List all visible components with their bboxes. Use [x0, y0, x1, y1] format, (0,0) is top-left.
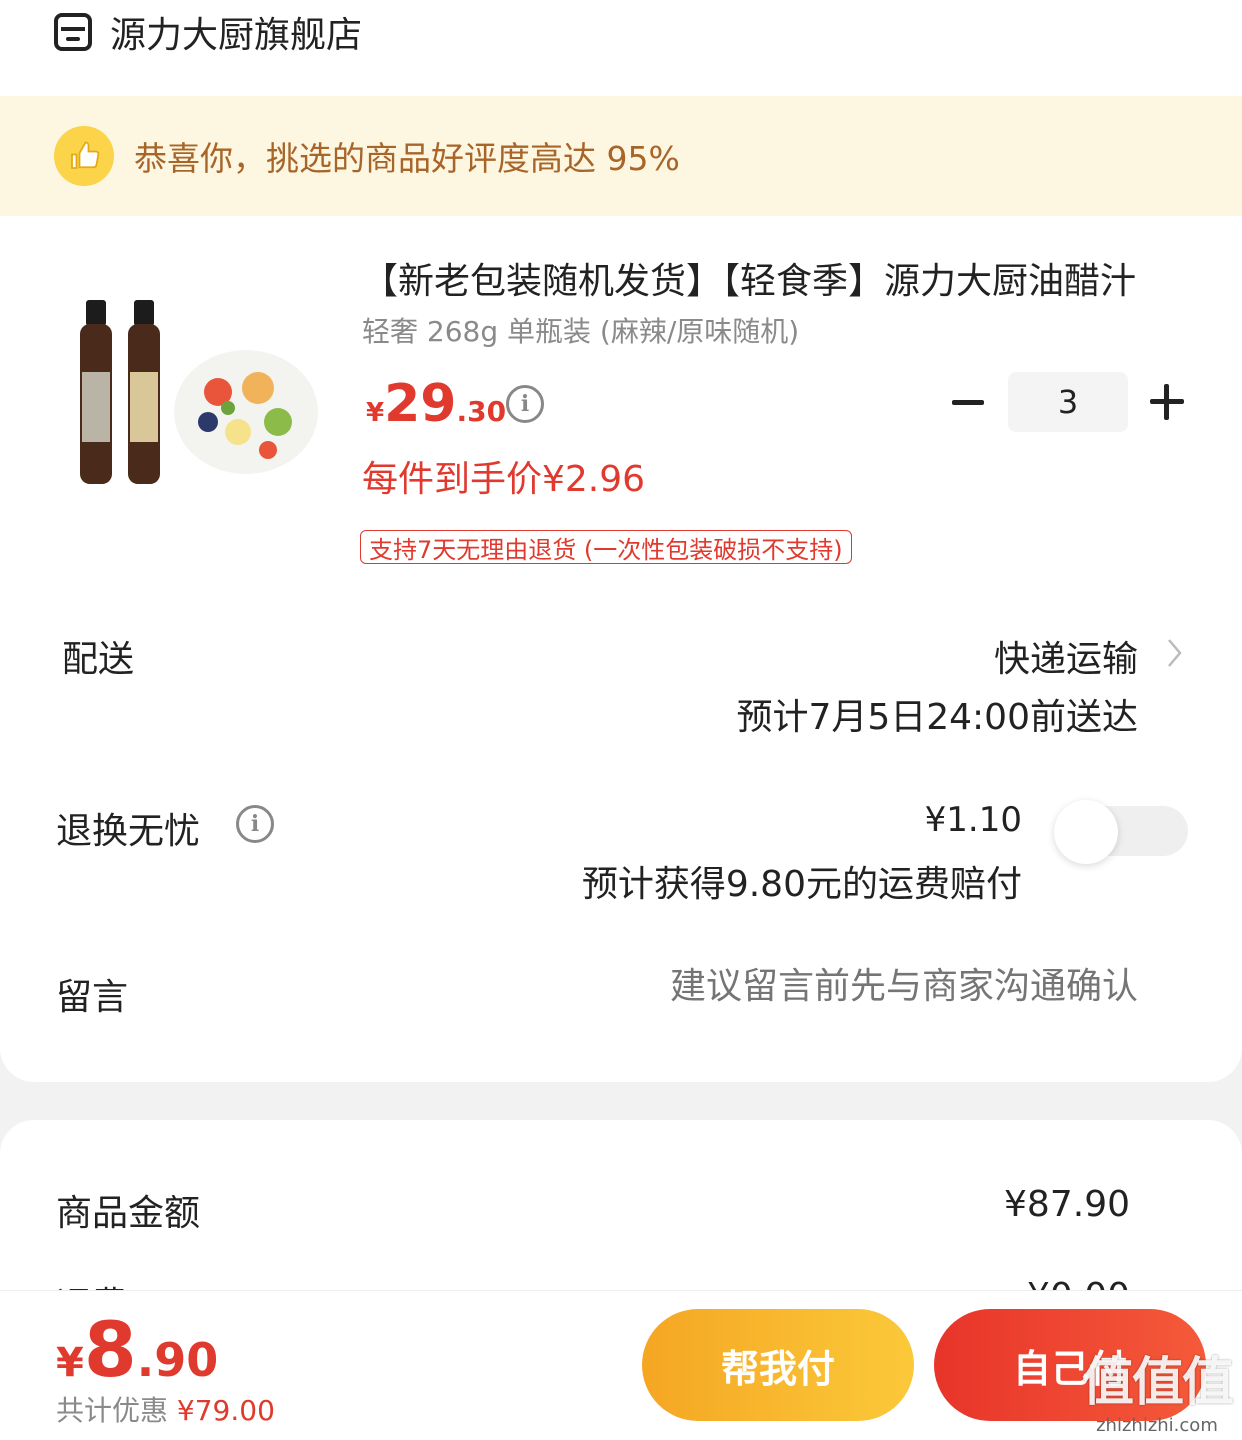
message-input[interactable] — [538, 966, 1138, 1007]
delivery-method[interactable]: 快递运输 — [994, 630, 1138, 682]
return-worry-toggle[interactable] — [1054, 800, 1188, 864]
store-icon — [54, 13, 92, 51]
price-currency: ¥ — [366, 398, 385, 428]
quantity-input[interactable]: 3 — [1008, 372, 1128, 432]
return-worry-price: ¥1.10 — [924, 800, 1022, 840]
product-title[interactable]: 【新老包装随机发货】【轻食季】源力大厨油醋汁 — [362, 252, 1162, 304]
message-label: 留言 — [56, 977, 129, 1018]
total-price: ¥ 8 .90 — [56, 1305, 218, 1394]
goods-amount-label: 商品金额 — [56, 1193, 201, 1234]
site-watermark: 值值值 zhizhizhi.com — [1081, 1340, 1234, 1436]
discount-label: 共计优惠 — [56, 1394, 169, 1427]
total-discount: 共计优惠 ¥79.00 — [56, 1389, 275, 1429]
goods-amount-value: ¥87.90 — [1004, 1184, 1130, 1225]
store-header[interactable]: 源力大厨旗舰店 — [54, 8, 362, 56]
rating-banner-text: 恭喜你，挑选的商品好评度高达 95% — [134, 139, 680, 178]
product-spec[interactable]: 轻奢 268g 单瓶装 (麻辣/原味随机) — [362, 310, 799, 350]
unit-price: 每件到手价¥2.96 — [362, 459, 646, 500]
discount-value: ¥79.00 — [176, 1394, 275, 1427]
price-integer: 29 — [384, 374, 457, 434]
return-policy-tag: 支持7天无理由退货 (一次性包装破损不支持) — [360, 530, 852, 564]
quantity-decrease-button[interactable] — [950, 382, 986, 422]
help-pay-button[interactable]: 帮我付 — [642, 1309, 914, 1421]
store-name: 源力大厨旗舰店 — [110, 15, 363, 56]
rating-banner: 恭喜你，挑选的商品好评度高达 95% — [0, 96, 1242, 216]
chevron-right-icon[interactable] — [1164, 636, 1186, 670]
order-card: 源力大厨旗舰店 恭喜你，挑选的商品好评度高达 95% 【新老包装随机发货】【轻食… — [0, 0, 1242, 1082]
return-worry-label: 退换无忧 — [56, 811, 201, 852]
delivery-eta: 预计7月5日24:00前送达 — [736, 697, 1138, 738]
toggle-knob — [1054, 800, 1118, 864]
price-info-icon[interactable]: i — [506, 385, 544, 423]
watermark-url: zhizhizhi.com — [1096, 1415, 1218, 1436]
total-decimal: .90 — [136, 1333, 219, 1387]
checkout-bar: ¥ 8 .90 共计优惠 ¥79.00 帮我付 自己付 值值值 zhizhizh… — [0, 1290, 1242, 1440]
total-currency: ¥ — [56, 1340, 84, 1386]
quantity-increase-button[interactable] — [1150, 384, 1184, 420]
product-price: ¥ 29 .30 — [366, 374, 506, 434]
return-worry-desc: 预计获得9.80元的运费赔付 — [581, 864, 1022, 905]
thumbs-up-icon — [54, 126, 114, 186]
product-image[interactable] — [68, 292, 320, 492]
watermark-logo: 值值值 — [1081, 1353, 1234, 1413]
return-worry-info-icon[interactable]: i — [236, 805, 274, 843]
total-integer: 8 — [83, 1305, 137, 1394]
delivery-label: 配送 — [62, 639, 135, 680]
price-decimal: .30 — [456, 395, 507, 428]
